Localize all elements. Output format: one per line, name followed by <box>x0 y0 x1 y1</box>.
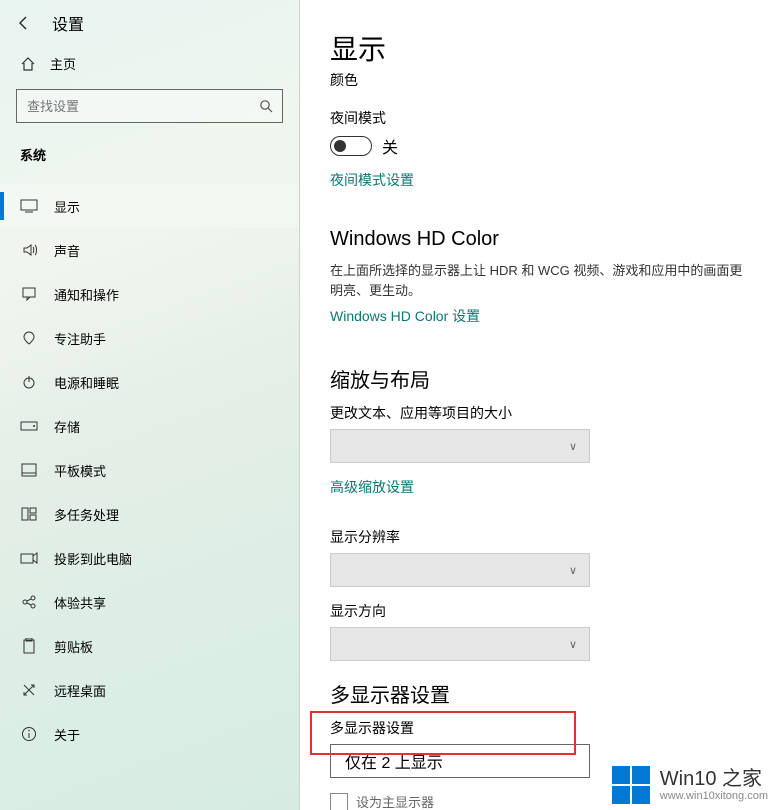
night-mode-settings-link[interactable]: 夜间模式设置 <box>330 170 414 190</box>
resolution-label: 显示分辨率 <box>330 527 748 547</box>
nav-label: 电源和睡眠 <box>54 373 119 392</box>
section-label: 系统 <box>0 135 299 174</box>
nav-item-about[interactable]: 关于 <box>0 712 299 756</box>
clipboard-icon <box>20 637 38 655</box>
chevron-down-icon: ∨ <box>569 564 577 577</box>
nav-label: 投影到此电脑 <box>54 549 132 568</box>
hdcolor-title: Windows HD Color <box>330 228 748 251</box>
watermark-url: www.win10xitong.com <box>660 790 768 802</box>
search-input[interactable] <box>16 89 283 123</box>
scale-label: 更改文本、应用等项目的大小 <box>330 403 748 423</box>
home-button[interactable]: 主页 <box>0 46 299 81</box>
share-icon <box>20 593 38 611</box>
nav-label: 存储 <box>54 417 80 436</box>
watermark: Win10 之家 www.win10xitong.com <box>612 766 778 804</box>
main-content: 显示 颜色 夜间模式 关 夜间模式设置 Windows HD Color 在上面… <box>300 0 778 810</box>
nav-label: 远程桌面 <box>54 681 106 700</box>
resolution-dropdown[interactable]: ∨ <box>330 553 590 587</box>
nav-item-display[interactable]: 显示 <box>0 184 299 228</box>
nav-label: 多任务处理 <box>54 505 119 524</box>
nav-label: 显示 <box>54 197 80 216</box>
nav-item-remote[interactable]: 远程桌面 <box>0 668 299 712</box>
windows-logo-icon <box>612 766 650 804</box>
watermark-title: Win10 之家 <box>660 768 768 790</box>
page-title: 显示 <box>330 28 748 68</box>
nav-label: 剪贴板 <box>54 637 93 656</box>
nav-list: 显示 声音 通知和操作 专注助手 电源和睡眠 存储 平板模式 多任务处理 <box>0 184 299 756</box>
orientation-dropdown[interactable]: ∨ <box>330 627 590 661</box>
nav-item-focus[interactable]: 专注助手 <box>0 316 299 360</box>
display-icon <box>20 197 38 215</box>
night-mode-toggle[interactable] <box>330 136 372 156</box>
project-icon <box>20 549 38 567</box>
nav-item-clipboard[interactable]: 剪贴板 <box>0 624 299 668</box>
about-icon <box>20 725 38 743</box>
back-button[interactable] <box>16 15 32 31</box>
color-label: 颜色 <box>330 70 748 90</box>
orientation-label: 显示方向 <box>330 601 748 621</box>
primary-display-label: 设为主显示器 <box>356 792 434 810</box>
nav-item-sound[interactable]: 声音 <box>0 228 299 272</box>
toggle-state: 关 <box>382 134 398 158</box>
nav-item-power[interactable]: 电源和睡眠 <box>0 360 299 404</box>
notify-icon <box>20 285 38 303</box>
home-label: 主页 <box>50 54 76 73</box>
nav-label: 平板模式 <box>54 461 106 480</box>
hdcolor-link[interactable]: Windows HD Color 设置 <box>330 306 480 326</box>
storage-icon <box>20 417 38 435</box>
nav-item-storage[interactable]: 存储 <box>0 404 299 448</box>
hdcolor-desc: 在上面所选择的显示器上让 HDR 和 WCG 视频、游戏和应用中的画面更明亮、更… <box>330 261 748 300</box>
nav-label: 专注助手 <box>54 329 106 348</box>
sound-icon <box>20 241 38 259</box>
nav-label: 声音 <box>54 241 80 260</box>
chevron-down-icon: ∨ <box>569 638 577 651</box>
multitask-icon <box>20 505 38 523</box>
scale-dropdown[interactable]: ∨ <box>330 429 590 463</box>
remote-icon <box>20 681 38 699</box>
nav-label: 体验共享 <box>54 593 106 612</box>
topbar-title: 设置 <box>52 11 84 35</box>
scale-title: 缩放与布局 <box>330 364 748 393</box>
home-icon <box>20 56 36 72</box>
topbar: 设置 <box>0 0 299 46</box>
nav-item-share[interactable]: 体验共享 <box>0 580 299 624</box>
nav-item-notify[interactable]: 通知和操作 <box>0 272 299 316</box>
multi-label: 多显示器设置 <box>330 718 748 738</box>
power-icon <box>20 373 38 391</box>
search-wrap <box>16 89 283 123</box>
multi-display-dropdown[interactable]: 仅在 2 上显示 <box>330 744 590 778</box>
sidebar: 设置 主页 系统 显示 声音 通知和操作 专注助手 <box>0 0 300 810</box>
chevron-down-icon: ∨ <box>569 440 577 453</box>
night-mode-label: 夜间模式 <box>330 108 748 128</box>
tablet-icon <box>20 461 38 479</box>
focus-icon <box>20 329 38 347</box>
nav-item-project[interactable]: 投影到此电脑 <box>0 536 299 580</box>
nav-label: 关于 <box>54 725 80 744</box>
search-icon <box>259 99 273 113</box>
advanced-scale-link[interactable]: 高级缩放设置 <box>330 477 414 497</box>
primary-display-checkbox[interactable] <box>330 793 348 810</box>
nav-item-multitask[interactable]: 多任务处理 <box>0 492 299 536</box>
multi-title: 多显示器设置 <box>330 679 748 708</box>
multi-display-value: 仅在 2 上显示 <box>345 749 443 773</box>
nav-label: 通知和操作 <box>54 285 119 304</box>
nav-item-tablet[interactable]: 平板模式 <box>0 448 299 492</box>
